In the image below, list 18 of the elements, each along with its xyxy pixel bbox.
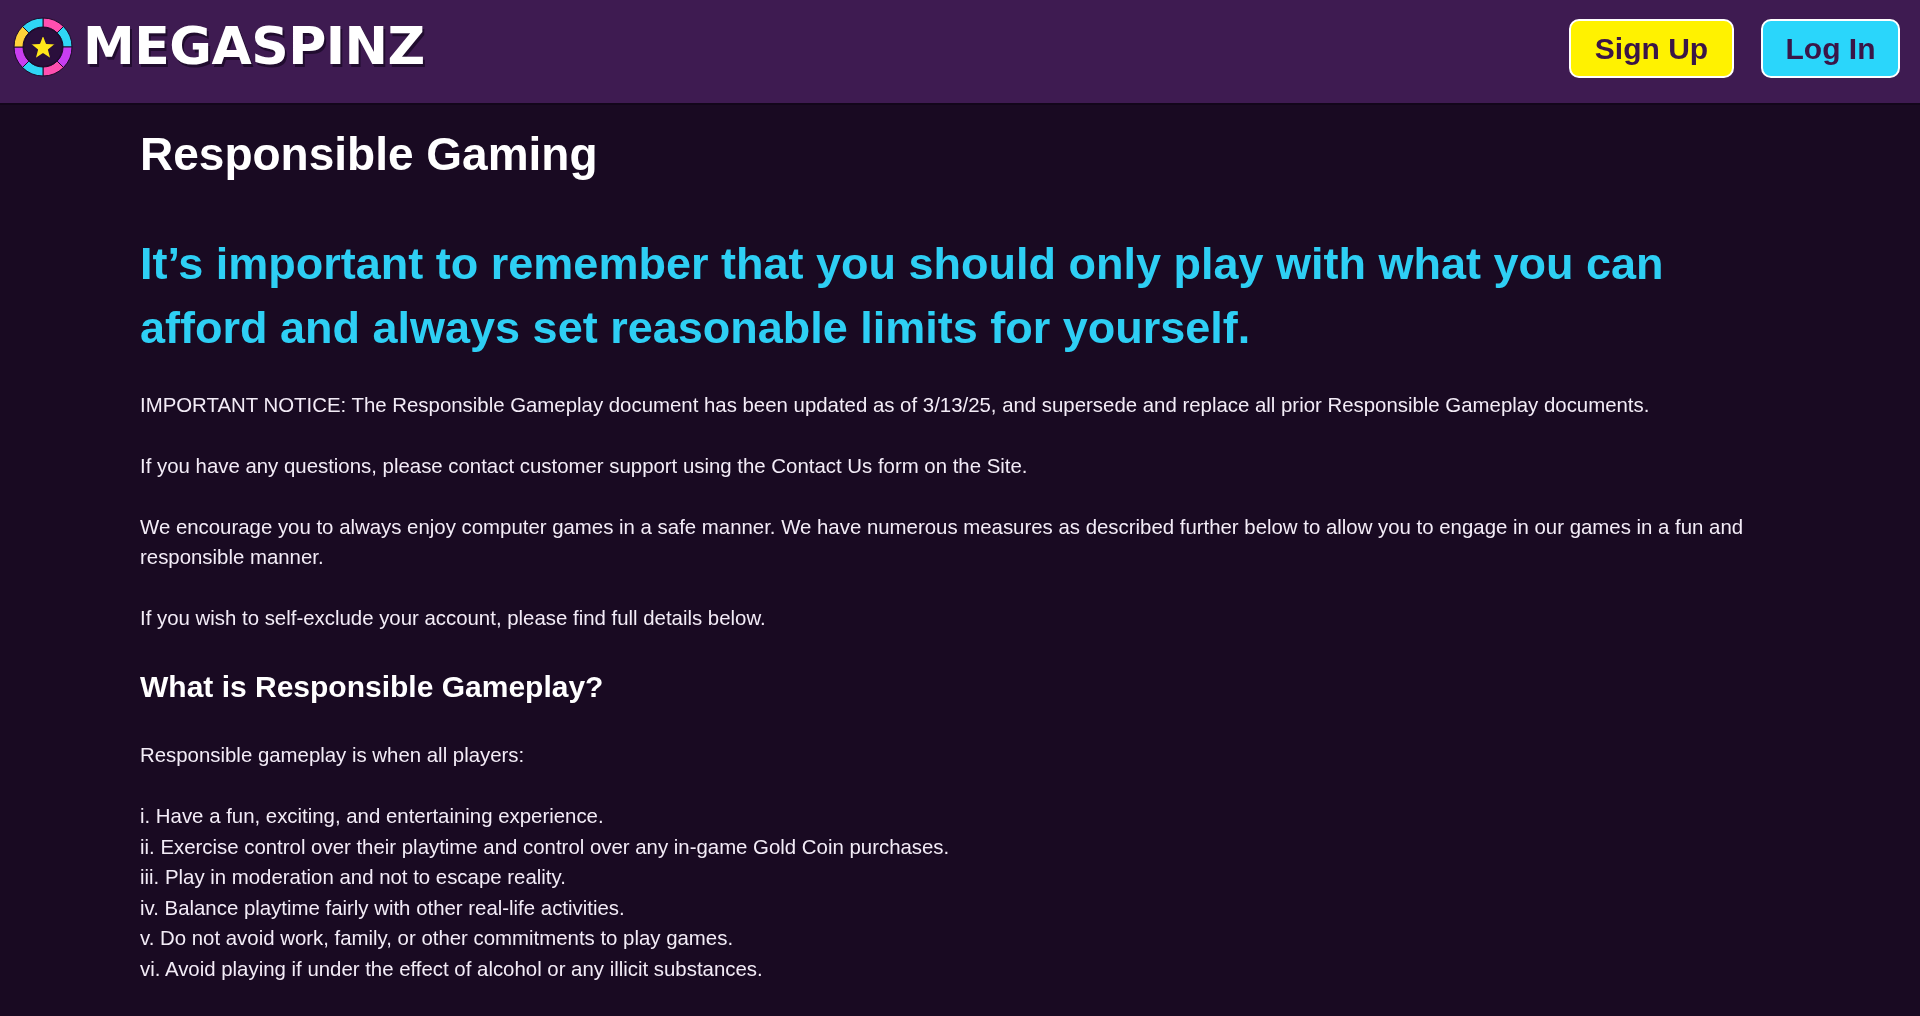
list-item: vi. Avoid playing if under the effect of alcohol or any illicit substances. <box>140 956 763 982</box>
body-paragraph: If you wish to self-exclude your account, please find full details below. <box>140 606 766 631</box>
page-title: Responsible Gaming <box>140 127 598 182</box>
sign-up-button[interactable]: Sign Up <box>1569 19 1734 78</box>
section-intro: Responsible gameplay is when all players: <box>140 743 525 768</box>
list-item: v. Do not avoid work, family, or other commitments to play games. <box>140 926 734 952</box>
log-in-button[interactable]: Log In <box>1761 19 1900 78</box>
logo-wordmark[interactable]: MEGASPINZ <box>83 17 425 76</box>
star-wheel-icon <box>13 16 73 77</box>
body-paragraph: We encourage you to always enjoy computer games in a safe manner. We have numerous measures as described further below to allow you to engage in our games in a fun and responsible manner. <box>140 515 1745 570</box>
list-item: i. Have a fun, exciting, and entertaining experience. <box>140 804 604 829</box>
section-heading: What is Responsible Gameplay? <box>140 669 604 705</box>
list-item: iii. Play in moderation and not to escape reality. <box>140 865 566 891</box>
list-item: ii. Exercise control over their playtime and control over any in-game Gold Coin purchases. <box>140 834 950 860</box>
body-paragraph: IMPORTANT NOTICE: The Responsible Gameplay document has been updated as of 3/13/25, and supersede and replace all prior Responsible Gameplay documents. <box>140 393 1650 418</box>
highlight-heading: It’s important to remember that you should only play with what you can afford and always set reasonable limits for yourself. <box>140 237 1665 355</box>
body-paragraph: If you have any questions, please contact customer support using the Contact Us form on the Site. <box>140 454 1028 479</box>
list-item: iv. Balance playtime fairly with other real-life activities. <box>140 895 625 921</box>
